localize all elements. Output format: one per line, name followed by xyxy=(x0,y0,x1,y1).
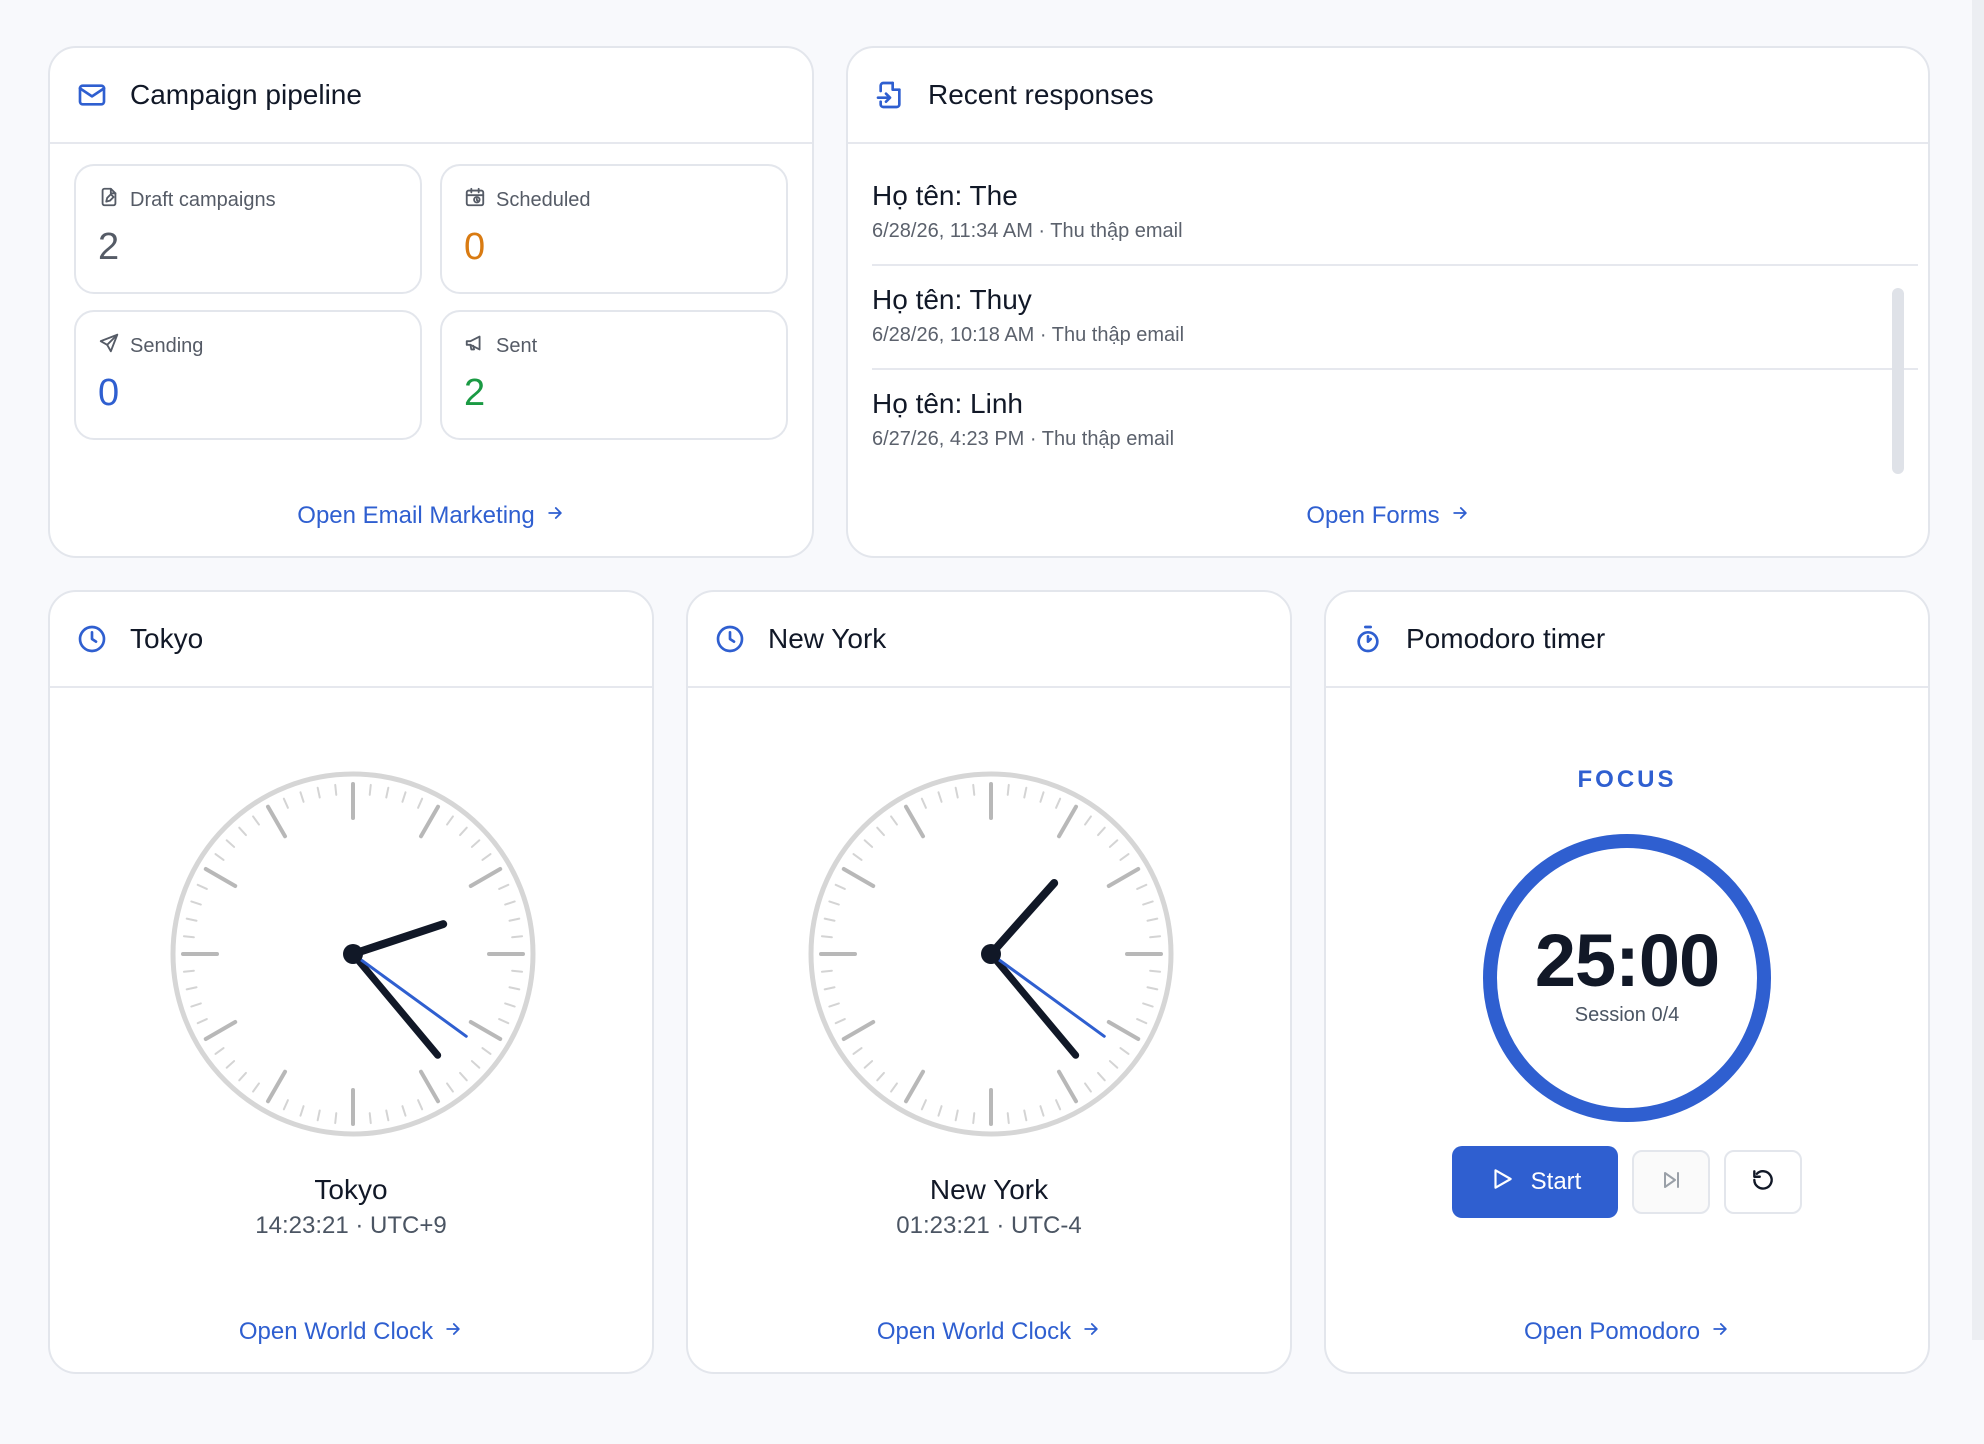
new-york-clock-card: New York New York 01:23:21 · UTC-4 Open … xyxy=(686,590,1292,1374)
response-title: Họ tên: The xyxy=(872,180,1018,211)
page-scrollbar[interactable] xyxy=(1972,0,1984,1340)
divider xyxy=(872,368,1918,370)
campaign-pipeline-card: Campaign pipeline Draft campaigns 2 Sche… xyxy=(48,46,814,558)
link-label: Open Forms xyxy=(1306,502,1440,529)
minute-tick xyxy=(511,969,524,973)
arrow-right-icon xyxy=(1700,1318,1730,1346)
tokyo-clock-card: Tokyo Tokyo 14:23:21 · UTC+9 Open World … xyxy=(48,590,654,1374)
file-import-icon xyxy=(872,77,908,113)
pomodoro-mode: FOCUS xyxy=(1577,766,1677,793)
send-icon xyxy=(98,332,130,360)
clock-time-meta: 01:23:21 · UTC-4 xyxy=(896,1212,1082,1239)
card-title: Pomodoro timer xyxy=(1406,623,1606,654)
minute-tick xyxy=(182,935,195,939)
arrow-right-icon xyxy=(433,1318,463,1346)
start-label: Start xyxy=(1530,1168,1582,1195)
card-title: Campaign pipeline xyxy=(130,79,362,110)
mail-icon xyxy=(74,77,110,113)
reset-icon xyxy=(1750,1167,1776,1198)
campaign-pipeline-header: Campaign pipeline xyxy=(50,48,812,144)
open-world-clock-link[interactable]: Open World Clock xyxy=(50,1318,652,1346)
response-meta: 6/27/26, 4:23 PM · Thu thập email xyxy=(872,428,1175,450)
stat-label: Draft campaigns xyxy=(98,186,276,214)
minute-tick xyxy=(1006,783,1010,796)
reset-button[interactable] xyxy=(1724,1150,1802,1214)
new-york-clock-header: New York xyxy=(688,592,1290,688)
start-button[interactable]: Start xyxy=(1452,1146,1618,1218)
minute-tick xyxy=(1006,1112,1010,1125)
response-title: Họ tên: Linh xyxy=(872,388,1023,419)
stat-sent[interactable]: Sent 2 xyxy=(440,310,788,440)
response-meta: 6/28/26, 10:18 AM · Thu thập email xyxy=(872,324,1185,346)
stat-value: 2 xyxy=(464,372,486,414)
link-label: Open World Clock xyxy=(238,1318,434,1345)
new-york-analog-clock xyxy=(808,771,1174,1137)
open-world-clock-link[interactable]: Open World Clock xyxy=(688,1318,1290,1346)
tokyo-analog-clock xyxy=(170,771,536,1137)
stat-label: Sent xyxy=(464,332,537,360)
calendar-clock-icon xyxy=(464,186,496,214)
card-title: Recent responses xyxy=(928,79,1154,110)
divider xyxy=(872,264,1918,266)
open-email-marketing-link[interactable]: Open Email Marketing xyxy=(50,502,812,530)
clock-city-name: Tokyo xyxy=(314,1174,388,1205)
minute-tick xyxy=(334,1112,338,1125)
clock-icon xyxy=(74,621,110,657)
pomodoro-card: Pomodoro timer FOCUS 25:00 Session 0/4 S… xyxy=(1324,590,1930,1374)
response-meta: 6/28/26, 11:34 AM · Thu thập email xyxy=(872,220,1183,242)
link-label: Open World Clock xyxy=(876,1318,1072,1345)
clock-city-name: New York xyxy=(929,1174,1049,1205)
clock-center xyxy=(343,944,363,964)
clock-center xyxy=(981,944,1001,964)
stat-sending[interactable]: Sending 0 xyxy=(74,310,422,440)
clock-icon xyxy=(712,621,748,657)
stat-scheduled[interactable]: Scheduled 0 xyxy=(440,164,788,294)
timer-icon xyxy=(1350,621,1386,657)
link-label: Open Email Marketing xyxy=(297,502,535,529)
stat-draft-campaigns[interactable]: Draft campaigns 2 xyxy=(74,164,422,294)
stat-value: 0 xyxy=(464,226,486,268)
skip-button[interactable] xyxy=(1632,1150,1710,1214)
minute-tick xyxy=(1149,935,1162,939)
minute-tick xyxy=(820,935,833,939)
arrow-right-icon xyxy=(535,502,565,530)
minute-tick xyxy=(972,1112,976,1125)
stat-value: 2 xyxy=(98,226,120,268)
play-icon xyxy=(1489,1166,1531,1199)
card-title: New York xyxy=(768,623,887,654)
responses-scrollbar[interactable] xyxy=(1892,288,1904,474)
stat-label: Scheduled xyxy=(464,186,591,214)
minute-tick xyxy=(511,935,524,939)
link-label: Open Pomodoro xyxy=(1523,1318,1701,1345)
minute-tick xyxy=(1149,969,1162,973)
pomodoro-session: Session 0/4 xyxy=(1574,1004,1680,1026)
recent-responses-header: Recent responses xyxy=(848,48,1928,144)
arrow-right-icon xyxy=(1440,502,1470,530)
pomodoro-header: Pomodoro timer xyxy=(1326,592,1928,688)
recent-responses-card: Recent responses Họ tên: The 6/28/26, 11… xyxy=(846,46,1930,558)
pomodoro-time: 25:00 xyxy=(1534,919,1720,1002)
tokyo-clock-header: Tokyo xyxy=(50,592,652,688)
minute-tick xyxy=(368,1112,372,1125)
clock-time-meta: 14:23:21 · UTC+9 xyxy=(255,1212,447,1239)
megaphone-icon xyxy=(464,332,496,360)
arrow-right-icon xyxy=(1071,1318,1101,1346)
minute-tick xyxy=(820,969,833,973)
response-item[interactable]: Họ tên: The 6/28/26, 11:34 AM · Thu thập… xyxy=(872,180,1918,243)
minute-tick xyxy=(334,783,338,796)
minute-tick xyxy=(368,783,372,796)
response-item[interactable]: Họ tên: Thuy 6/28/26, 10:18 AM · Thu thậ… xyxy=(872,284,1918,347)
open-pomodoro-link[interactable]: Open Pomodoro xyxy=(1326,1318,1928,1346)
minute-tick xyxy=(972,783,976,796)
response-item[interactable]: Họ tên: Linh 6/27/26, 4:23 PM · Thu thập… xyxy=(872,388,1918,451)
stat-label: Sending xyxy=(98,332,203,360)
minute-tick xyxy=(182,969,195,973)
card-title: Tokyo xyxy=(130,623,204,654)
stat-value: 0 xyxy=(98,372,120,414)
skip-forward-icon xyxy=(1659,1168,1683,1197)
response-title: Họ tên: Thuy xyxy=(872,284,1032,315)
file-icon xyxy=(98,186,130,214)
open-forms-link[interactable]: Open Forms xyxy=(848,502,1928,530)
